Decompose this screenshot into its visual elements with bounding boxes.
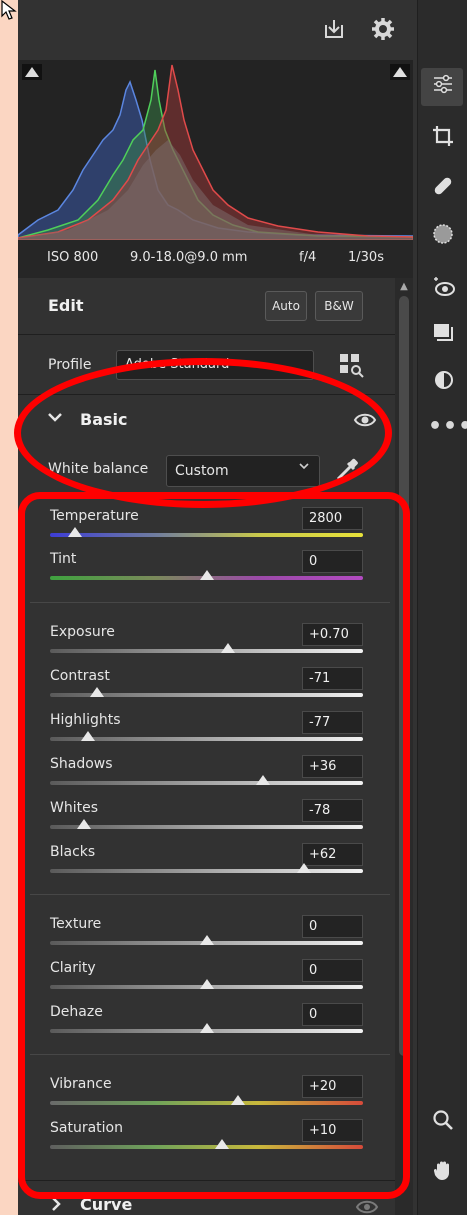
histogram — [18, 60, 413, 240]
more-icon[interactable]: ••• — [428, 412, 467, 442]
crop-icon[interactable] — [428, 124, 458, 154]
presets-icon[interactable] — [428, 320, 458, 350]
eye-icon[interactable] — [355, 1198, 379, 1215]
save-icon[interactable] — [321, 16, 347, 42]
red-eye-icon[interactable] — [428, 274, 458, 304]
aperture-value: f/4 — [299, 250, 317, 265]
edit-sliders-icon[interactable] — [428, 72, 458, 102]
edit-title: Edit — [48, 296, 84, 315]
highlight-clipping-warning-icon[interactable] — [390, 64, 410, 84]
zoom-icon[interactable] — [428, 1108, 458, 1138]
iso-value: ISO 800 — [47, 250, 99, 265]
top-toolbar — [18, 0, 467, 60]
profile-browser-icon[interactable] — [338, 352, 364, 382]
bw-button[interactable]: B&W — [315, 291, 363, 321]
hand-icon[interactable] — [428, 1158, 458, 1188]
snapshots-icon[interactable] — [428, 368, 458, 398]
section-divider — [18, 334, 395, 335]
annotation-rectangle — [18, 492, 410, 1199]
scroll-up-arrow-icon[interactable]: ▲ — [397, 280, 411, 294]
mask-icon[interactable] — [428, 222, 458, 252]
gear-icon[interactable] — [370, 16, 396, 42]
camera-metadata-bar: ISO 800 9.0-18.0@9.0 mm f/4 1/30s — [18, 240, 413, 278]
annotation-ellipse — [14, 358, 392, 508]
healing-icon[interactable] — [428, 174, 458, 204]
auto-button[interactable]: Auto — [265, 291, 307, 321]
cursor-arrow-icon — [0, 0, 22, 22]
profile-label: Profile — [48, 357, 92, 373]
shadow-clipping-warning-icon[interactable] — [22, 64, 42, 84]
lens-value: 9.0-18.0@9.0 mm — [130, 250, 248, 265]
shutter-value: 1/30s — [348, 250, 384, 265]
